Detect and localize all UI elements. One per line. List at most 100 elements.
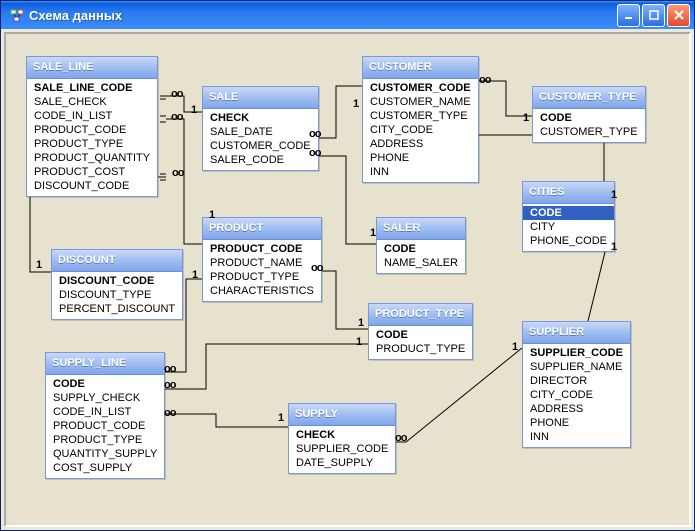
cardinality-label: 1 — [192, 269, 198, 281]
field[interactable]: ADDRESS — [523, 402, 630, 416]
field[interactable]: PRODUCT_TYPE — [46, 433, 164, 447]
field[interactable]: NAME_SALER — [377, 256, 465, 270]
field[interactable]: CODE — [377, 242, 465, 256]
diagram-canvas[interactable]: SALE_LINESALE_LINE_CODESALE_CHECKCODE_IN… — [4, 32, 691, 527]
table-header[interactable]: SUPPLY — [289, 404, 395, 426]
field[interactable]: SALE_LINE_CODE — [27, 81, 157, 95]
field[interactable]: CUSTOMER_CODE — [203, 139, 318, 153]
cardinality-label: 1 — [353, 98, 359, 110]
table-header[interactable]: SALE_LINE — [27, 57, 157, 79]
field[interactable]: CITY_CODE — [363, 123, 478, 137]
field[interactable]: SALE_CHECK — [27, 95, 157, 109]
field[interactable]: PRODUCT_CODE — [203, 242, 321, 256]
field[interactable]: ADDRESS — [363, 137, 478, 151]
field[interactable]: PRODUCT_NAME — [203, 256, 321, 270]
cardinality-label: 1 — [191, 104, 197, 116]
cardinality-label: oo — [172, 167, 183, 179]
field[interactable]: COST_SUPPLY — [46, 461, 164, 475]
field[interactable]: PRODUCT_CODE — [46, 419, 164, 433]
table-customer_type[interactable]: CUSTOMER_TYPECODECUSTOMER_TYPE — [532, 86, 646, 143]
table-product[interactable]: PRODUCT PRODUCT_CODEPRODUCT_NAMEPRODUCT_T… — [202, 217, 322, 302]
field[interactable]: SALE_DATE — [203, 125, 318, 139]
close-button[interactable] — [667, 4, 690, 27]
field[interactable]: CODE_IN_LIST — [46, 405, 164, 419]
field[interactable]: CODE — [369, 328, 472, 342]
field[interactable]: PRODUCT_TYPE — [27, 137, 157, 151]
cardinality-label: oo — [164, 407, 175, 419]
maximize-button[interactable] — [642, 4, 665, 27]
table-header[interactable]: PRODUCT — [203, 218, 321, 240]
field[interactable]: QUANTITY_SUPPLY — [46, 447, 164, 461]
field[interactable]: PRODUCT_TYPE — [369, 342, 472, 356]
cardinality-label: 1 — [36, 259, 42, 271]
field[interactable]: CHECK — [203, 111, 318, 125]
field[interactable]: CODE — [46, 377, 164, 391]
field[interactable]: CUSTOMER_TYPE — [533, 125, 645, 139]
table-body: CUSTOMER_CODECUSTOMER_NAMECUSTOMER_TYPEC… — [363, 79, 478, 182]
field[interactable]: INN — [523, 430, 630, 444]
table-body: CODESUPPLY_CHECKCODE_IN_LISTPRODUCT_CODE… — [46, 375, 164, 478]
field[interactable]: CITY — [523, 220, 614, 234]
minimize-button[interactable] — [617, 4, 640, 27]
table-header[interactable]: SALER — [377, 218, 465, 240]
table-body: CHECKSALE_DATECUSTOMER_CODESALER_CODE — [203, 109, 318, 170]
table-sale_line[interactable]: SALE_LINESALE_LINE_CODESALE_CHECKCODE_IN… — [26, 56, 158, 197]
table-sale[interactable]: SALECHECKSALE_DATECUSTOMER_CODESALER_COD… — [202, 86, 319, 171]
field[interactable]: SUPPLIER_NAME — [523, 360, 630, 374]
field[interactable]: PRODUCT_COST — [27, 165, 157, 179]
field[interactable]: PRODUCT_TYPE — [203, 270, 321, 284]
table-supplier[interactable]: SUPPLIERSUPPLIER_CODESUPPLIER_NAMEDIRECT… — [522, 321, 631, 448]
field[interactable]: SUPPLIER_CODE — [523, 346, 630, 360]
field[interactable]: CODE — [533, 111, 645, 125]
field[interactable]: INN — [363, 165, 478, 179]
field[interactable]: CODE — [523, 206, 614, 220]
table-discount[interactable]: DISCOUNTDISCOUNT_CODEDISCOUNT_TYPEPERCEN… — [51, 249, 183, 320]
table-header[interactable]: CUSTOMER — [363, 57, 478, 79]
field[interactable]: SUPPLY_CHECK — [46, 391, 164, 405]
field[interactable]: PRODUCT_QUANTITY — [27, 151, 157, 165]
table-supply_line[interactable]: SUPPLY_LINECODESUPPLY_CHECKCODE_IN_LISTP… — [45, 352, 165, 479]
field[interactable]: SALER_CODE — [203, 153, 318, 167]
table-product_type[interactable]: PRODUCT_TYPECODEPRODUCT_TYPE — [368, 303, 473, 360]
cardinality-label: oo — [171, 88, 182, 100]
field[interactable]: CUSTOMER_NAME — [363, 95, 478, 109]
table-header[interactable]: CUSTOMER_TYPE — [533, 87, 645, 109]
field[interactable]: CUSTOMER_TYPE — [363, 109, 478, 123]
field[interactable]: PHONE — [363, 151, 478, 165]
field[interactable]: PHONE — [523, 416, 630, 430]
field[interactable]: DISCOUNT_CODE — [27, 179, 157, 193]
cardinality-label: oo — [395, 432, 406, 444]
table-supply[interactable]: SUPPLY CHECKSUPPLIER_CODEDATE_SUPPLY — [288, 403, 396, 474]
window-frame: Схема данных — [0, 0, 695, 531]
table-header[interactable]: CITIES — [523, 182, 614, 204]
table-header[interactable]: SUPPLIER — [523, 322, 630, 344]
table-customer[interactable]: CUSTOMERCUSTOMER_CODECUSTOMER_NAMECUSTOM… — [362, 56, 479, 183]
cardinality-label: 1 — [523, 112, 529, 124]
table-header[interactable]: SALE — [203, 87, 318, 109]
field[interactable]: CUSTOMER_CODE — [363, 81, 478, 95]
table-header[interactable]: SUPPLY_LINE — [46, 353, 164, 375]
field[interactable]: CITY_CODE — [523, 388, 630, 402]
table-saler[interactable]: SALER CODENAME_SALER — [376, 217, 466, 274]
table-body: DISCOUNT_CODEDISCOUNT_TYPEPERCENT_DISCOU… — [52, 272, 182, 319]
table-header[interactable]: DISCOUNT — [52, 250, 182, 272]
field[interactable]: DATE_SUPPLY — [289, 456, 395, 470]
field[interactable]: DIRECTOR — [523, 374, 630, 388]
table-cities[interactable]: CITIES CODECITYPHONE_CODE — [522, 181, 615, 252]
field[interactable]: CODE_IN_LIST — [27, 109, 157, 123]
cardinality-label: 1 — [356, 336, 362, 348]
field[interactable]: CHECK — [289, 428, 395, 442]
table-body: SUPPLIER_CODESUPPLIER_NAMEDIRECTORCITY_C… — [523, 344, 630, 447]
table-header[interactable]: PRODUCT_TYPE — [369, 304, 472, 326]
field[interactable]: CHARACTERISTICS — [203, 284, 321, 298]
field[interactable]: PERCENT_DISCOUNT — [52, 302, 182, 316]
cardinality-label: 1 — [512, 341, 518, 353]
table-body: SALE_LINE_CODESALE_CHECKCODE_IN_LISTPROD… — [27, 79, 157, 196]
titlebar[interactable]: Схема данных — [1, 1, 694, 29]
field[interactable]: DISCOUNT_CODE — [52, 274, 182, 288]
table-body: CODECUSTOMER_TYPE — [533, 109, 645, 142]
field[interactable]: PHONE_CODE — [523, 234, 614, 248]
field[interactable]: DISCOUNT_TYPE — [52, 288, 182, 302]
field[interactable]: PRODUCT_CODE — [27, 123, 157, 137]
field[interactable]: SUPPLIER_CODE — [289, 442, 395, 456]
